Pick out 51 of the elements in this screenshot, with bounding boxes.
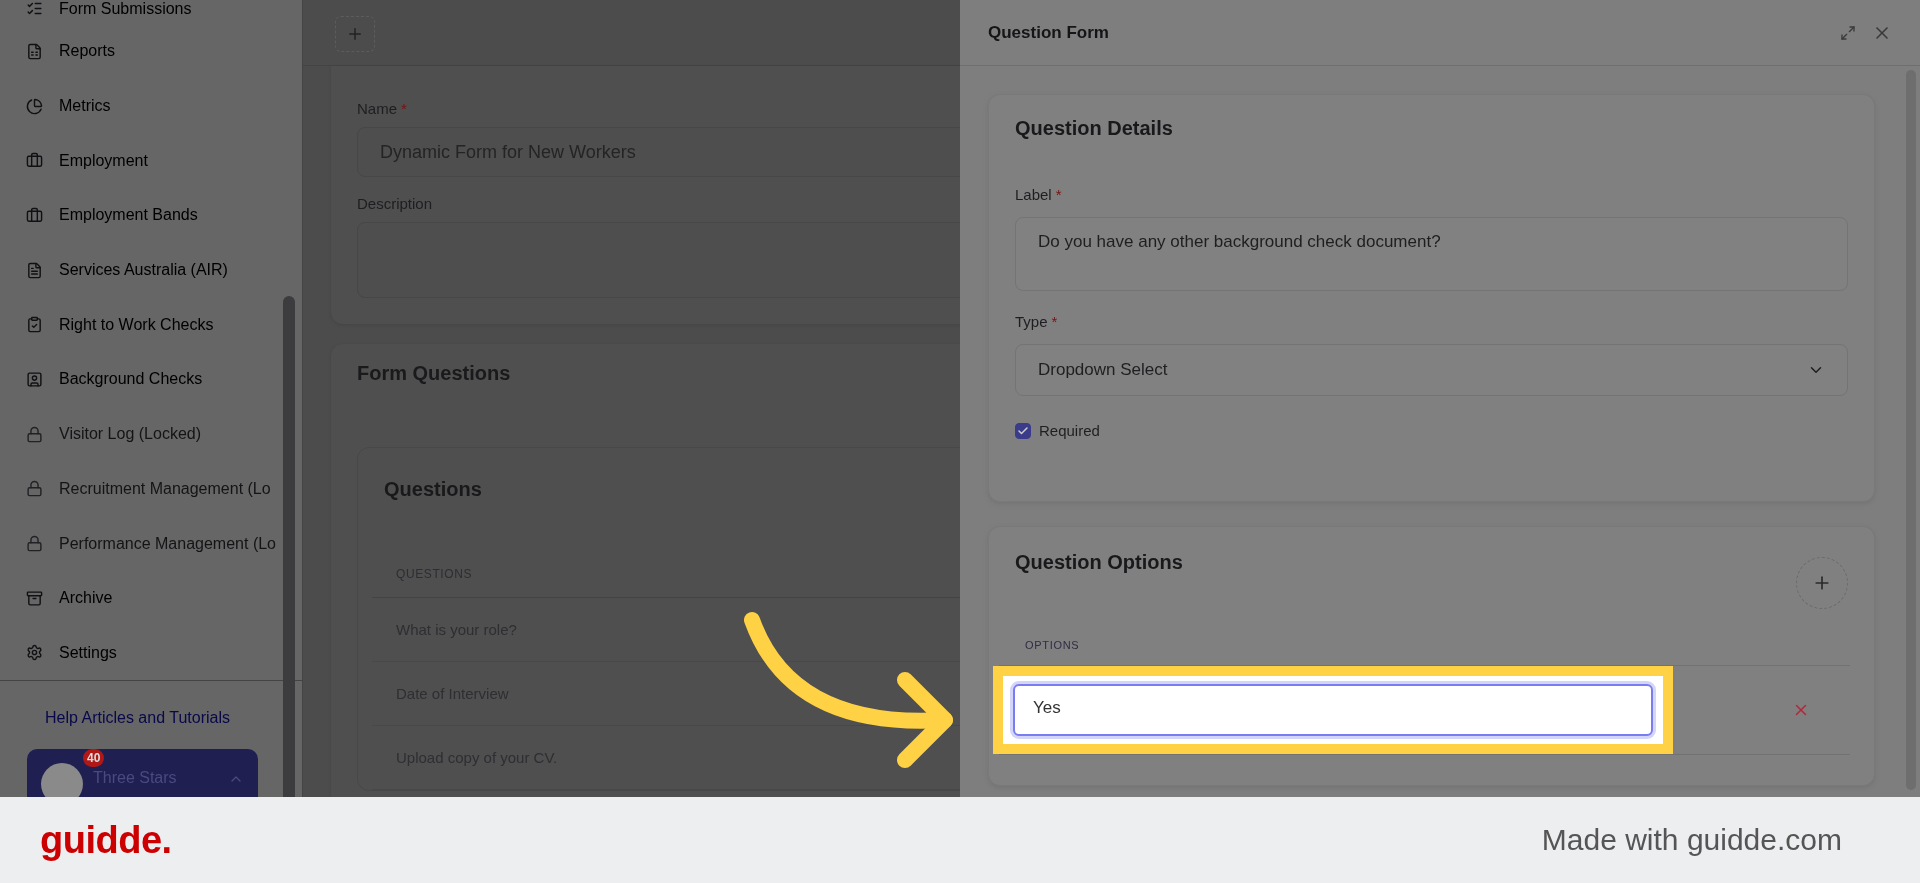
clipboard-check-icon [26, 316, 43, 334]
required-asterisk: * [1055, 186, 1062, 203]
checkmark-icon [1017, 424, 1029, 437]
lock-icon [26, 535, 43, 553]
credit-text: Made with guidde.com [1541, 823, 1842, 857]
help-link[interactable]: Help Articles and Tutorials [45, 709, 230, 728]
expand-icon [1840, 24, 1856, 41]
scrollbar-thumb[interactable] [283, 296, 295, 797]
plus-icon [346, 25, 364, 43]
option-field[interactable]: Yes [1013, 684, 1653, 736]
required-asterisk: * [401, 100, 407, 117]
sidebar-item[interactable]: Recruitment Management (Lo [0, 461, 302, 517]
sidebar-item[interactable]: Archive [0, 570, 302, 626]
expand-button[interactable] [1840, 24, 1856, 41]
checkbox-label: Required [1039, 422, 1100, 439]
pie-chart-icon [26, 97, 43, 115]
lock-icon [26, 425, 43, 443]
archive-icon [26, 589, 43, 607]
sidebar-item[interactable]: Background Checks [0, 352, 302, 407]
sidebar-item[interactable]: Metrics [0, 78, 302, 134]
label-field[interactable]: Do you have any other background check document? [1015, 217, 1848, 291]
sidebar-item[interactable]: Employment [0, 133, 302, 189]
sidebar-item[interactable]: Employment Bands [0, 188, 302, 243]
description-field[interactable] [357, 222, 960, 298]
sidebar-item[interactable]: Reports [0, 24, 302, 79]
drawer-title: Question Form [988, 22, 1110, 43]
list-check-icon [26, 0, 43, 17]
briefcase-icon [26, 206, 43, 224]
spreadsheet-icon [26, 42, 43, 60]
type-select[interactable]: Dropdown Select [1015, 344, 1848, 396]
avatar [41, 763, 83, 797]
user-card-icon [26, 370, 43, 388]
sidebar-item[interactable]: Right to Work Checks [0, 297, 302, 353]
add-button[interactable] [335, 16, 375, 52]
sidebar-item[interactable]: Form Submissions [0, 0, 302, 24]
field-label: Type [1015, 313, 1048, 330]
sidebar-item[interactable]: Performance Management (Lo [0, 516, 302, 571]
card-title: Question Options [1015, 551, 1183, 574]
document-icon [26, 261, 43, 279]
card-title: Question Details [1015, 117, 1174, 140]
briefcase-icon [26, 152, 43, 170]
lock-icon [26, 480, 43, 498]
notification-badge: 40 [83, 749, 105, 768]
settings-icon [26, 644, 43, 662]
brand-logo: guidde. [40, 818, 172, 862]
required-asterisk: * [1051, 313, 1058, 330]
sidebar-item[interactable]: Services Australia (AIR) [0, 242, 302, 298]
sidebar-item[interactable]: Visitor Log (Locked) [0, 406, 302, 462]
field-label: Label [1015, 186, 1052, 203]
required-checkbox[interactable] [1015, 422, 1031, 439]
sidebar-item[interactable]: Settings [0, 625, 302, 681]
